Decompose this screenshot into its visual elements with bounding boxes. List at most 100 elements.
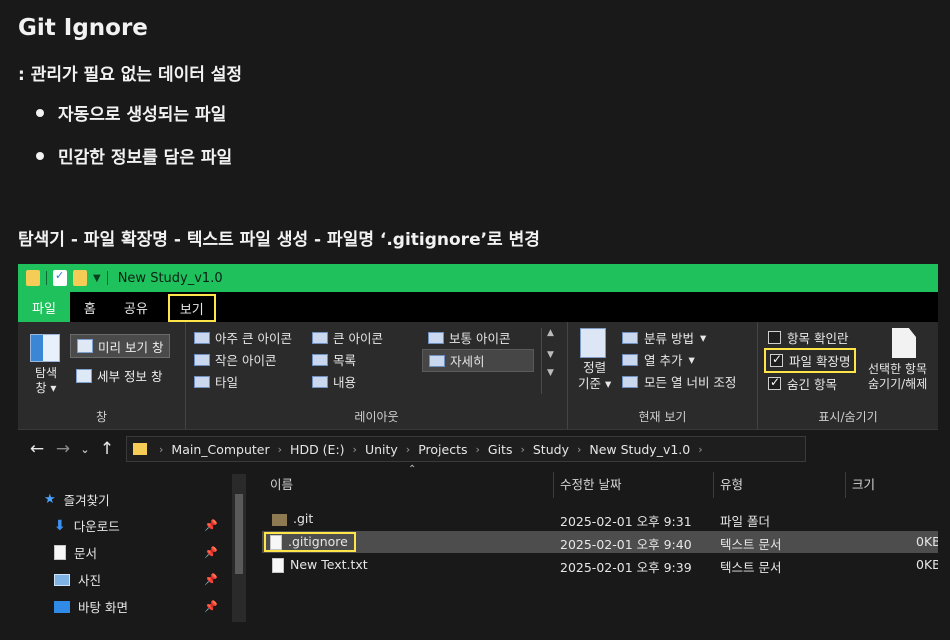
group-by-label: 분류 방법 <box>644 331 694 346</box>
expand-gallery-icon[interactable]: ▼ <box>542 368 559 378</box>
column-header-type[interactable]: 유형 <box>720 468 743 498</box>
layout-small-icons[interactable]: 작은 아이콘 <box>194 350 276 369</box>
tab-share[interactable]: 공유 <box>110 292 162 322</box>
breadcrumb-separator-icon[interactable]: › <box>577 443 581 456</box>
table-row-selected[interactable]: .gitignore 2025-02-01 오후 9:40 텍스트 문서 0KB <box>262 531 938 553</box>
preview-pane-button[interactable]: 미리 보기 창 <box>70 334 171 358</box>
column-header-label: 이름 <box>270 476 294 492</box>
breadcrumb-separator-icon[interactable]: › <box>406 443 410 456</box>
slide-subtitle: : 관리가 필요 없는 데이터 설정 <box>18 65 243 85</box>
checkbox[interactable] <box>768 331 781 344</box>
hide-selected-button[interactable]: 선택한 항목 숨기기/해제 <box>868 362 927 392</box>
column-divider[interactable] <box>845 472 846 498</box>
breadcrumb-item[interactable]: Gits <box>488 442 513 457</box>
ribbon-group-panes: 탐색 창 ▾ 미리 보기 창 세부 정보 창 창 <box>18 322 186 429</box>
checkbox-checked[interactable] <box>770 352 783 367</box>
nav-item-pictures[interactable]: 사진 📌 <box>54 570 234 589</box>
hidden-items-toggle[interactable]: 숨긴 항목 <box>768 374 837 393</box>
tab-view[interactable]: 보기 <box>167 294 216 322</box>
item-checkboxes-toggle[interactable]: 항목 확인란 <box>768 328 848 347</box>
details-pane-button[interactable]: 세부 정보 창 <box>76 366 162 385</box>
table-row[interactable]: New Text.txt 2025-02-01 오후 9:39 텍스트 문서 0… <box>262 554 938 576</box>
layout-label: 작은 아이콘 <box>215 353 277 368</box>
group-label-show-hide: 표시/숨기기 <box>818 410 878 424</box>
pin-icon[interactable]: 📌 <box>204 600 218 613</box>
tab-home[interactable]: 홈 <box>70 292 110 322</box>
breadcrumb-separator-icon[interactable]: › <box>475 443 479 456</box>
add-columns-button[interactable]: 열 추가 ▾ <box>622 350 695 369</box>
breadcrumb-separator-icon[interactable]: › <box>698 443 702 456</box>
column-header-size[interactable]: 크기 <box>852 468 875 498</box>
nav-item-documents[interactable]: 문서 📌 <box>54 543 234 562</box>
title-bar: ▼ New Study_v1.0 <box>18 264 938 292</box>
file-name-extensions-label: 파일 확장명 <box>789 354 851 369</box>
pin-icon[interactable]: 📌 <box>204 546 218 559</box>
nav-pane-scrollbar[interactable] <box>232 474 246 622</box>
nav-item-downloads[interactable]: ⬇ 다운로드 📌 <box>54 516 234 535</box>
layout-medium-icons[interactable]: 보통 아이콘 <box>428 328 510 347</box>
navigation-pane: ★ 즐겨찾기 ⬇ 다운로드 📌 문서 📌 사진 📌 바탕 화면 📌 <box>18 468 248 626</box>
sort-by-icon[interactable] <box>580 328 606 358</box>
breadcrumb-item[interactable]: Main_Computer <box>171 442 269 457</box>
nav-item-favorites[interactable]: ★ 즐겨찾기 <box>44 490 224 509</box>
layout-list[interactable]: 목록 <box>312 350 356 369</box>
layout-extra-large-icons[interactable]: 아주 큰 아이콘 <box>194 328 292 347</box>
layout-tiles[interactable]: 타일 <box>194 372 238 391</box>
column-header-date[interactable]: 수정한 날짜 <box>560 468 621 498</box>
breadcrumb-separator-icon[interactable]: › <box>353 443 357 456</box>
breadcrumb-item[interactable]: New Study_v1.0 <box>589 442 690 457</box>
layout-content[interactable]: 내용 <box>312 372 356 391</box>
breadcrumb-item[interactable]: HDD (E:) <box>290 442 345 457</box>
sort-ascending-icon: ⌃ <box>408 464 417 475</box>
sort-by-button[interactable]: 정렬 기준 ▾ <box>578 360 611 392</box>
forward-arrow-icon[interactable]: → <box>50 439 76 459</box>
group-by-button[interactable]: 분류 방법 ▾ <box>622 328 706 347</box>
checkbox-checked[interactable] <box>768 375 781 390</box>
layout-details[interactable]: 자세히 <box>422 349 534 372</box>
pin-icon[interactable]: 📌 <box>204 573 218 586</box>
breadcrumb[interactable]: › Main_Computer › HDD (E:) › Unity › Pro… <box>126 436 806 462</box>
properties-icon[interactable] <box>53 269 67 286</box>
column-divider[interactable] <box>713 472 714 498</box>
column-header-name[interactable]: 이름 <box>270 468 293 498</box>
breadcrumb-item[interactable]: Projects <box>418 442 467 457</box>
tiles-icon <box>194 375 210 388</box>
back-arrow-icon[interactable]: ← <box>24 439 50 459</box>
file-name-extensions-toggle[interactable]: 파일 확장명 <box>764 348 857 373</box>
address-bar: ← → ⌄ ↑ › Main_Computer › HDD (E:) › Uni… <box>18 430 938 468</box>
breadcrumb-item[interactable]: Unity <box>365 442 398 457</box>
layout-label: 목록 <box>333 353 357 368</box>
nav-item-desktop[interactable]: 바탕 화면 📌 <box>54 597 234 616</box>
hide-selected-icon[interactable] <box>892 328 916 358</box>
tab-file[interactable]: 파일 <box>18 292 70 322</box>
details-pane-icon <box>76 368 92 383</box>
layout-gallery-scroll[interactable]: ▲ ▼ ▼ <box>541 328 559 394</box>
layout-large-icons[interactable]: 큰 아이콘 <box>312 328 383 347</box>
recent-locations-chevron-icon[interactable]: ⌄ <box>76 443 94 456</box>
new-folder-icon[interactable] <box>73 270 87 286</box>
scroll-up-icon[interactable]: ▲ <box>542 328 559 338</box>
breadcrumb-separator-icon[interactable]: › <box>278 443 282 456</box>
bullet-item: 자동으로 생성되는 파일 <box>36 100 226 125</box>
table-row[interactable]: .git 2025-02-01 오후 9:31 파일 폴더 <box>262 508 938 530</box>
size-all-columns-button[interactable]: 모든 열 너비 조정 <box>622 372 736 391</box>
breadcrumb-item[interactable]: Study <box>533 442 569 457</box>
file-modified-cell: 2025-02-01 오후 9:40 <box>560 537 692 552</box>
group-by-icon <box>622 331 638 344</box>
folder-icon[interactable] <box>26 270 40 286</box>
breadcrumb-separator-icon[interactable]: › <box>520 443 524 456</box>
separator <box>106 271 108 285</box>
navigation-pane-icon[interactable] <box>30 334 60 362</box>
pin-icon[interactable]: 📌 <box>204 519 218 532</box>
slide-title: Git Ignore <box>18 15 148 41</box>
navigation-pane-button[interactable]: 탐색 창 ▾ <box>30 366 62 396</box>
ribbon: 탐색 창 ▾ 미리 보기 창 세부 정보 창 창 아주 큰 아이콘 큰 아이콘 보… <box>18 322 938 430</box>
quick-access-dropdown-icon[interactable]: ▼ <box>93 273 101 284</box>
bullet-item: 민감한 정보를 담은 파일 <box>36 143 232 168</box>
column-divider[interactable] <box>553 472 554 498</box>
breadcrumb-separator-icon[interactable]: › <box>159 443 163 456</box>
scroll-down-icon[interactable]: ▼ <box>542 350 559 360</box>
up-arrow-icon[interactable]: ↑ <box>94 439 120 459</box>
file-name-cell: .gitignore <box>264 532 356 552</box>
file-name-cell: New Text.txt <box>272 557 368 573</box>
